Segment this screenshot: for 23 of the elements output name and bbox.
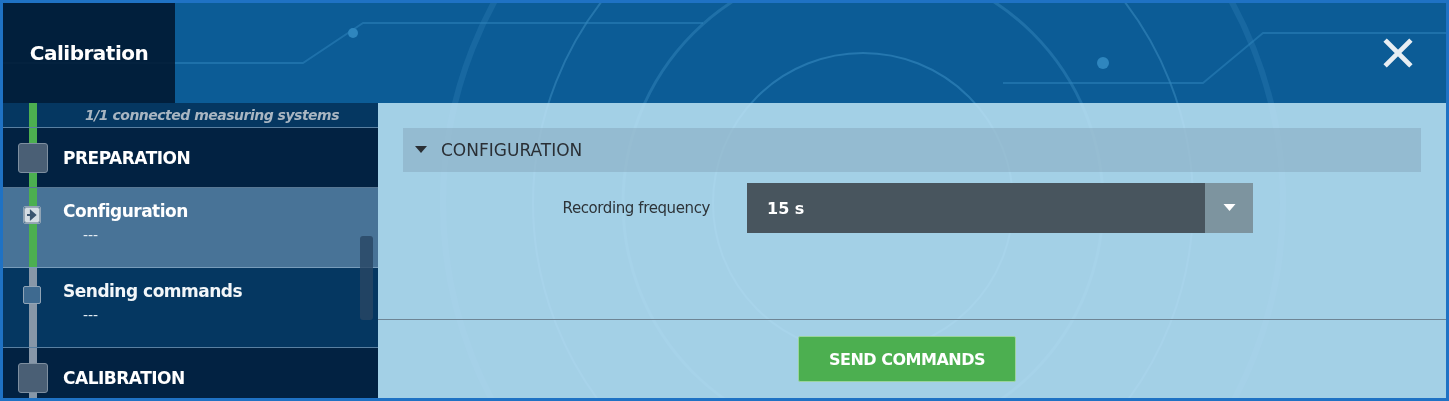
step-title: Sending commands [63, 281, 243, 301]
section-title: CONFIGURATION [441, 140, 583, 160]
step-marker-icon [18, 143, 48, 173]
window-title: Calibration [3, 3, 175, 103]
scrollbar[interactable] [360, 236, 373, 320]
step-status: --- [83, 227, 100, 243]
section-title: PREPARATION [63, 147, 191, 168]
step-item[interactable]: Configuration --- [3, 188, 378, 268]
section-item[interactable]: PREPARATION [3, 128, 378, 188]
step-status: --- [83, 307, 100, 323]
step-marker-icon [18, 363, 48, 393]
close-icon[interactable] [1383, 38, 1413, 68]
status-text: 1/1 connected measuring systems [85, 107, 339, 123]
field-label: Recording frequency [561, 199, 711, 217]
step-marker-icon [23, 286, 41, 304]
section-header[interactable]: CONFIGURATION [403, 128, 1421, 172]
step-title: Configuration [63, 201, 188, 221]
section-title: CALIBRATION [63, 367, 185, 388]
frequency-dropdown[interactable]: 15 s [747, 183, 1253, 233]
section-item[interactable]: CALIBRATION [3, 348, 378, 398]
caret-icon [1222, 204, 1236, 212]
caret-icon [415, 146, 427, 154]
arrow-icon [23, 206, 41, 224]
